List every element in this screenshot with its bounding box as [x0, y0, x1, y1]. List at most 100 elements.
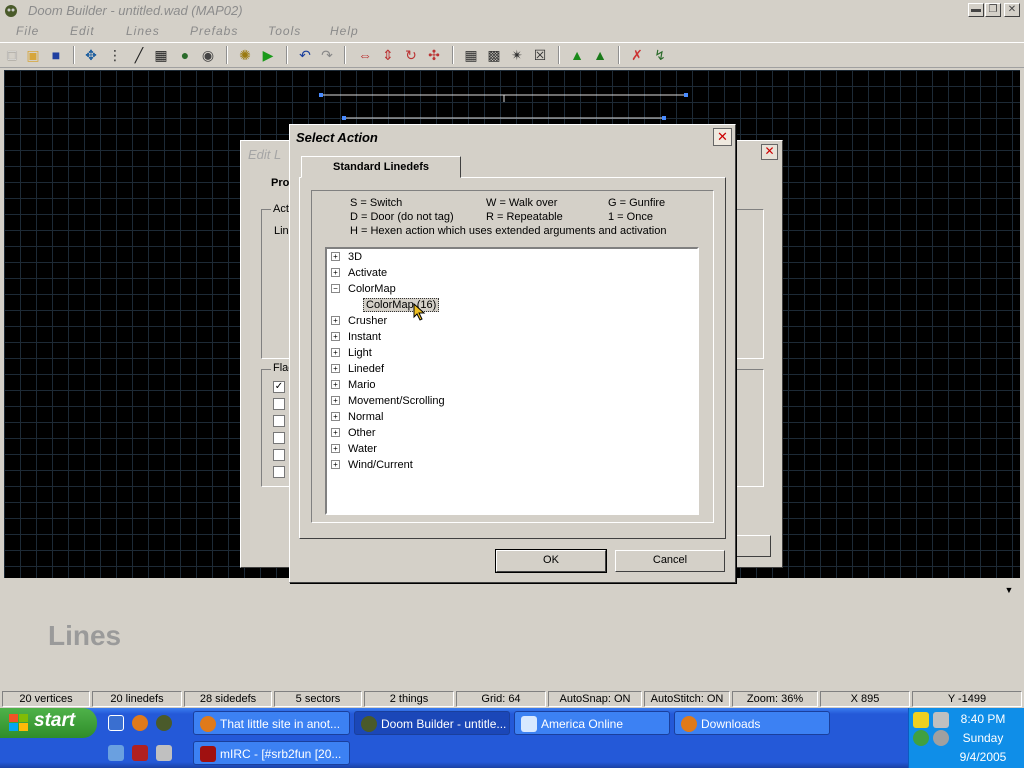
grid-icon[interactable]: ▦ — [462, 46, 480, 64]
tray-app-icon[interactable] — [933, 730, 949, 746]
tree-node[interactable]: + Activate — [331, 265, 387, 281]
save-icon[interactable]: ■ — [47, 46, 65, 64]
tray-hand-icon[interactable] — [913, 712, 929, 728]
3d-mode-icon[interactable]: ◉ — [199, 46, 217, 64]
dropdown-arrow-button[interactable]: ▼ — [999, 582, 1019, 598]
expand-icon[interactable]: + — [331, 332, 340, 341]
flip-vertical-icon[interactable]: ⇕ — [379, 46, 397, 64]
menu-help[interactable]: Help — [330, 24, 359, 38]
ok-button[interactable]: OK — [495, 549, 607, 573]
tree-node[interactable]: − ColorMap — [331, 281, 396, 297]
tree-node[interactable]: + Mario — [331, 377, 376, 393]
undo-icon[interactable]: ↶ — [296, 46, 314, 64]
action-tree[interactable]: +3D + Activate − ColorMap ColorMap (16) + C… — [325, 247, 699, 515]
cancel-button[interactable]: Cancel — [615, 550, 725, 572]
flag-checkbox[interactable] — [273, 449, 285, 461]
flag-checkbox[interactable]: ✓ — [273, 381, 285, 393]
tree-node[interactable]: + Movement/Scrolling — [331, 393, 445, 409]
tree-node-label: 3D — [348, 251, 363, 263]
flip-horizontal-icon[interactable]: ⇔ — [356, 46, 374, 64]
tree-node-selected[interactable]: ColorMap (16) — [363, 297, 440, 313]
expand-icon[interactable]: + — [331, 364, 340, 373]
select-action-close-button[interactable]: ✕ — [713, 128, 732, 146]
scale-icon[interactable]: ✣ — [425, 46, 443, 64]
collapse-icon[interactable]: − — [331, 284, 340, 293]
tree-node[interactable]: + Normal — [331, 409, 383, 425]
flag-checkbox[interactable] — [273, 398, 285, 410]
expand-icon[interactable]: + — [331, 348, 340, 357]
redo-icon[interactable]: ↷ — [318, 46, 336, 64]
tree-node[interactable]: + Crusher — [331, 313, 387, 329]
expand-icon[interactable]: + — [331, 460, 340, 469]
trees-icon[interactable]: ▲ — [591, 46, 609, 64]
task-button-doombuilder[interactable]: Doom Builder - untitle... — [354, 711, 510, 735]
maximize-button[interactable]: ❐ — [985, 3, 1001, 17]
status-autosnap: AutoSnap: ON — [548, 691, 642, 707]
tree-node[interactable]: + Water — [331, 441, 377, 457]
start-button[interactable]: start — [0, 708, 97, 738]
stitch-icon[interactable]: ✴ — [508, 46, 526, 64]
tray-app-icon[interactable] — [933, 712, 949, 728]
minimize-button[interactable]: ▬ — [968, 3, 984, 17]
vertices-mode-icon[interactable]: ⋮ — [106, 46, 124, 64]
tree-node[interactable]: + Other — [331, 425, 376, 441]
task-button-mirc[interactable]: mIRC - [#srb2fun [20... — [193, 741, 350, 765]
move-icon[interactable]: ✥ — [82, 46, 100, 64]
things-mode-icon[interactable]: ● — [176, 46, 194, 64]
test-map-icon[interactable]: ▶ — [259, 46, 277, 64]
merge-icon[interactable]: ☒ — [531, 46, 549, 64]
tree-node-label: Water — [348, 443, 377, 455]
menu-lines[interactable]: Lines — [126, 24, 160, 38]
restore-icon: ❐ — [988, 4, 998, 15]
tab-standard-linedefs[interactable]: Standard Linedefs — [301, 156, 461, 178]
flag-checkbox[interactable] — [273, 466, 285, 478]
task-button-browser[interactable]: That little site in anot... — [193, 711, 350, 735]
menu-tools[interactable]: Tools — [268, 24, 301, 38]
system-tray: 8:40 PM Sunday 9/4/2005 — [908, 708, 1024, 768]
expand-icon[interactable]: + — [331, 412, 340, 421]
expand-icon[interactable]: + — [331, 268, 340, 277]
quicklaunch-doombuilder-icon[interactable] — [156, 715, 172, 731]
close-window-button[interactable]: ✕ — [1004, 3, 1020, 17]
menu-file[interactable]: File — [16, 24, 39, 38]
lines-mode-icon[interactable]: ╱ — [130, 46, 148, 64]
tree-node[interactable]: +3D — [331, 249, 362, 265]
expand-icon[interactable]: + — [331, 444, 340, 453]
script-icon[interactable]: ↯ — [651, 46, 669, 64]
build-nodes-icon[interactable]: ✺ — [236, 46, 254, 64]
flag-checkbox[interactable] — [273, 432, 285, 444]
menu-prefabs[interactable]: Prefabs — [190, 24, 238, 38]
quicklaunch-app-icon[interactable] — [108, 745, 124, 761]
edit-dialog-close-button[interactable]: ✕ — [761, 144, 778, 160]
sectors-mode-icon[interactable]: ▦ — [152, 46, 170, 64]
quicklaunch-firefox-icon[interactable] — [132, 715, 148, 731]
open-folder-icon[interactable]: ▣ — [24, 46, 42, 64]
tree-node[interactable]: + Light — [331, 345, 372, 361]
expand-icon[interactable]: + — [331, 252, 340, 261]
expand-icon[interactable]: + — [331, 316, 340, 325]
rotate-icon[interactable]: ↻ — [402, 46, 420, 64]
quicklaunch-ie-icon[interactable] — [108, 715, 124, 731]
task-button-aol[interactable]: America Online — [514, 711, 670, 735]
tree-icon[interactable]: ▲ — [568, 46, 586, 64]
quicklaunch-app-icon[interactable] — [156, 745, 172, 761]
tree-node[interactable]: + Linedef — [331, 361, 384, 377]
expand-icon[interactable]: + — [331, 380, 340, 389]
new-file-icon[interactable]: □ — [3, 46, 21, 64]
tree-node-label: Linedef — [348, 363, 385, 375]
menu-edit[interactable]: Edit — [70, 24, 95, 38]
tree-node[interactable]: + Wind/Current — [331, 457, 413, 473]
properties-tab[interactable]: Pro — [271, 177, 289, 189]
tree-node[interactable]: + Instant — [331, 329, 381, 345]
doom-builder-app-icon[interactable] — [3, 3, 19, 19]
task-button-downloads[interactable]: Downloads — [674, 711, 830, 735]
firefox-icon — [200, 716, 216, 732]
snap-grid-icon[interactable]: ▩ — [485, 46, 503, 64]
tools-icon[interactable]: ✗ — [628, 46, 646, 64]
quicklaunch-app-icon[interactable] — [132, 745, 148, 761]
flag-checkbox[interactable] — [273, 415, 285, 427]
action-list-group: S = Switch W = Walk over G = Gunfire D =… — [311, 190, 714, 523]
tray-network-icon[interactable] — [913, 730, 929, 746]
expand-icon[interactable]: + — [331, 428, 340, 437]
expand-icon[interactable]: + — [331, 396, 340, 405]
